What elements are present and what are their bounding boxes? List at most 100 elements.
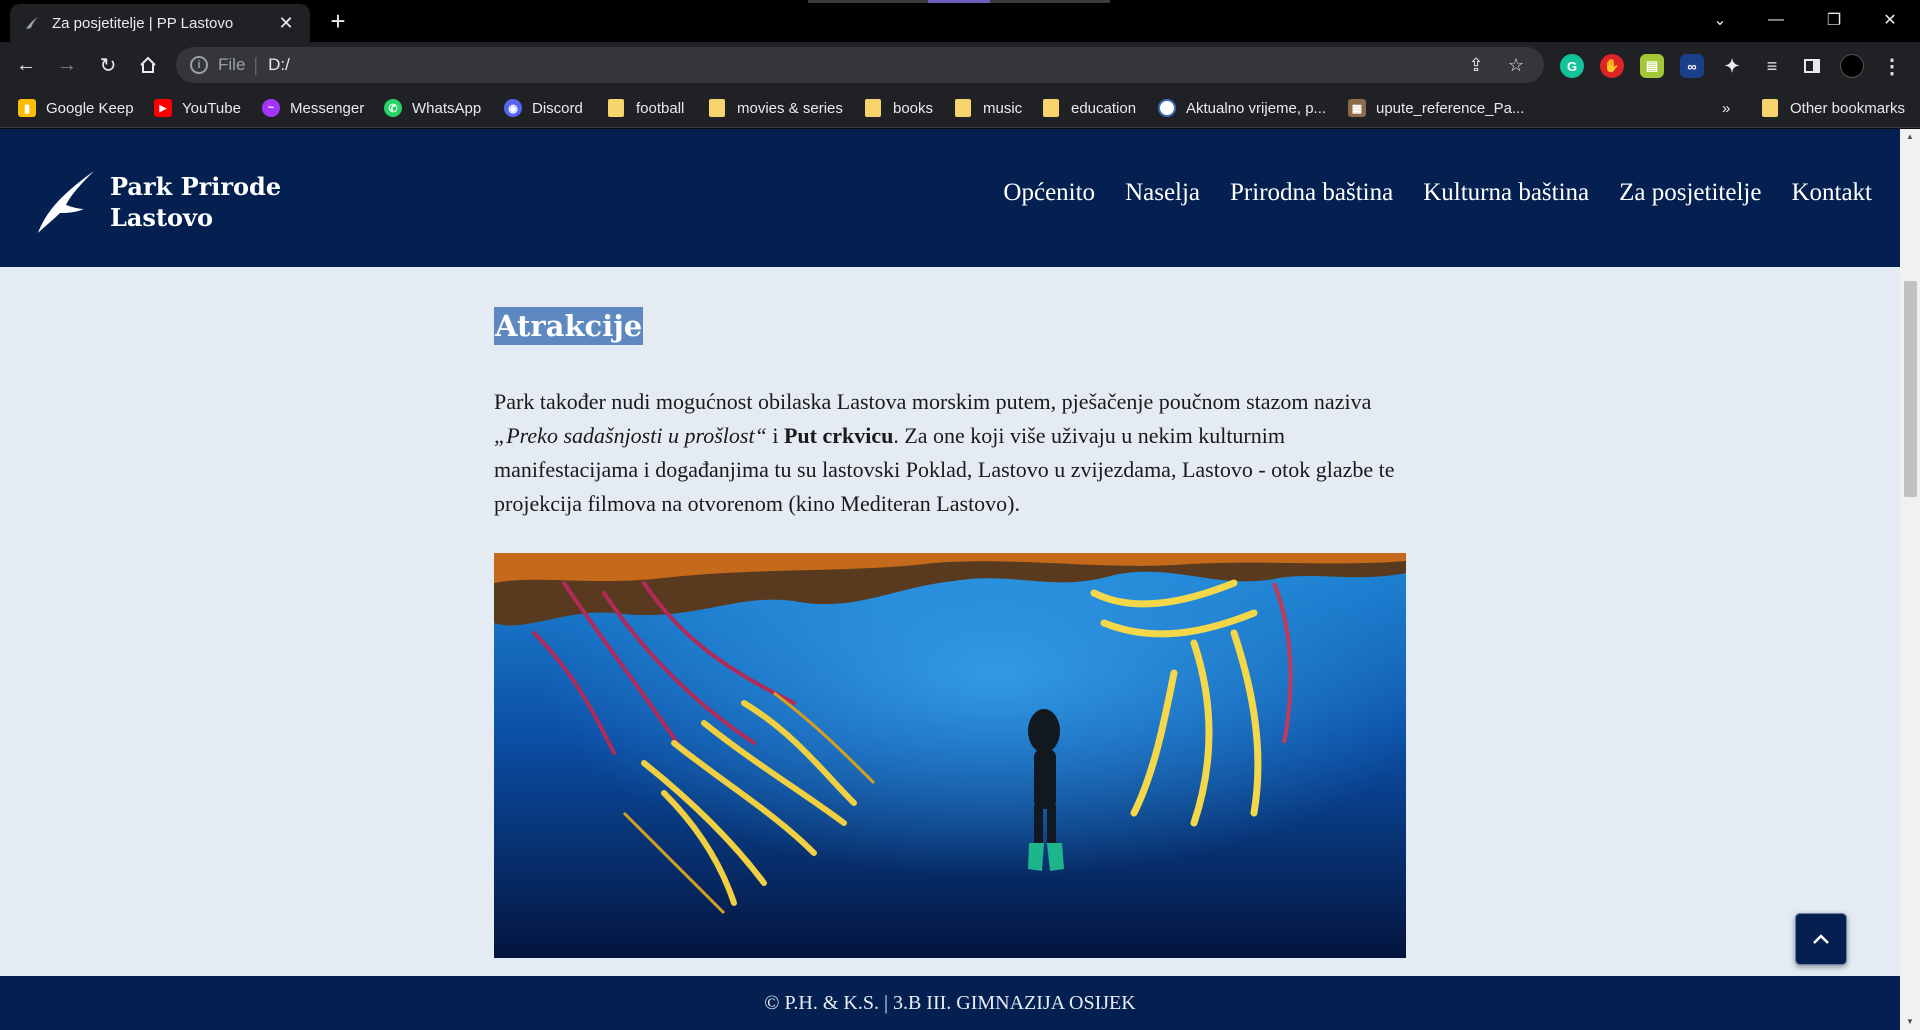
site-title: Park Prirode Lastovo xyxy=(110,171,281,233)
grammarly-icon[interactable]: G xyxy=(1560,54,1584,78)
bookmark-youtube[interactable]: ▶ YouTube xyxy=(154,96,241,120)
folder-icon xyxy=(1043,99,1059,117)
link-extension-icon[interactable]: ∞ xyxy=(1680,54,1704,78)
bookmark-aktualno-vrijeme[interactable]: Aktualno vrijeme, p... xyxy=(1158,96,1326,120)
share-icon[interactable]: ⇪ xyxy=(1464,53,1488,77)
nav-naselja[interactable]: Naselja xyxy=(1125,179,1200,207)
bookmark-label: music xyxy=(983,99,1023,117)
bookmark-messenger[interactable]: ~ Messenger xyxy=(262,96,364,120)
chevron-up-icon xyxy=(1813,934,1829,944)
nav-kulturna-bastina[interactable]: Kulturna baština xyxy=(1423,179,1589,207)
back-to-top-button[interactable] xyxy=(1795,913,1847,965)
tab-search-icon[interactable]: ⌄ xyxy=(1692,0,1748,40)
tab-strip: Za posjetitelje | PP Lastovo ✕ + ⌄ — ❐ ✕ xyxy=(0,0,1920,42)
discord-icon: ◉ xyxy=(504,99,522,117)
bookmark-label: movies & series xyxy=(737,99,843,117)
folder-icon xyxy=(608,99,624,117)
back-button[interactable]: ← xyxy=(10,49,42,81)
messenger-icon: ~ xyxy=(262,99,280,117)
url-text[interactable]: D:/ xyxy=(268,55,290,75)
bookmark-label: upute_reference_Pa... xyxy=(1376,99,1525,117)
url-separator: | xyxy=(253,54,259,75)
new-tab-button[interactable]: + xyxy=(324,8,352,36)
side-panel-icon[interactable] xyxy=(1800,54,1824,78)
attractions-section: Atrakcije Park također nudi mogućnost ob… xyxy=(494,307,1406,521)
scrollbar-thumb[interactable] xyxy=(1904,281,1917,497)
nav-prirodna-bastina[interactable]: Prirodna baština xyxy=(1230,179,1393,207)
close-window-button[interactable]: ✕ xyxy=(1862,0,1918,40)
keep-icon: ▮ xyxy=(18,99,36,117)
bookmarks-overflow-button[interactable]: » xyxy=(1722,96,1730,120)
bookmark-label: football xyxy=(636,99,685,117)
bookmark-folder-music[interactable]: music xyxy=(955,96,1022,120)
extension-icon[interactable]: ▤ xyxy=(1640,54,1664,78)
bookmark-label: Discord xyxy=(532,99,583,117)
reload-button[interactable]: ↻ xyxy=(92,49,124,81)
forward-button[interactable]: → xyxy=(51,49,83,81)
folder-icon xyxy=(955,99,971,117)
bookmark-label: education xyxy=(1071,99,1137,117)
underwater-coral-photo xyxy=(494,553,1406,958)
info-icon[interactable]: i xyxy=(190,56,208,74)
bookmark-folder-football[interactable]: football xyxy=(608,96,684,120)
site-header: Park Prirode Lastovo Općenito Naselja Pr… xyxy=(0,129,1900,267)
bookmark-label: Google Keep xyxy=(46,99,134,117)
paragraph-text: i xyxy=(766,423,784,448)
whatsapp-icon: ✆ xyxy=(384,99,402,117)
bookmark-label: Messenger xyxy=(290,99,365,117)
site-title-line2: Lastovo xyxy=(110,203,213,232)
site-logo[interactable]: Park Prirode Lastovo xyxy=(36,169,281,235)
site-footer: © P.H. & K.S. | 3.B III. GIMNAZIJA OSIJE… xyxy=(0,976,1900,1030)
bookmark-label: WhatsApp xyxy=(412,99,482,117)
bookmark-folder-books[interactable]: books xyxy=(865,96,933,120)
close-tab-icon[interactable]: ✕ xyxy=(276,13,296,34)
section-paragraph: Park također nudi mogućnost obilaska Las… xyxy=(494,385,1406,521)
restore-button[interactable]: ❐ xyxy=(1806,0,1862,40)
scroll-up-icon[interactable]: ▲ xyxy=(1900,129,1920,145)
folder-icon xyxy=(709,99,725,117)
nav-opcenito[interactable]: Općenito xyxy=(1003,179,1095,207)
swallow-logo-icon xyxy=(38,171,94,233)
puzzle-icon[interactable]: ✦ xyxy=(1720,54,1744,78)
footer-text: © P.H. & K.S. | 3.B III. GIMNAZIJA OSIJE… xyxy=(764,991,1136,1014)
bookmark-upute-reference[interactable]: ▦ upute_reference_Pa... xyxy=(1348,96,1524,120)
trail-name-bold: Put crkvicu xyxy=(783,423,894,448)
other-bookmarks-label: Other bookmarks xyxy=(1790,99,1906,117)
bookmark-discord[interactable]: ◉ Discord xyxy=(504,96,583,120)
page-scrollbar[interactable]: ▲ ▼ xyxy=(1900,129,1920,1030)
bookmark-whatsapp[interactable]: ✆ WhatsApp xyxy=(384,96,481,120)
weather-icon xyxy=(1158,99,1176,117)
tab-title: Za posjetitelje | PP Lastovo xyxy=(52,14,234,32)
page-icon: ▦ xyxy=(1348,99,1366,117)
home-icon[interactable] xyxy=(132,49,164,81)
menu-icon[interactable]: ⋮ xyxy=(1880,54,1904,78)
url-scheme: File xyxy=(218,55,246,74)
swallow-icon xyxy=(24,15,40,31)
trail-name-italic: „Preko sadašnjosti u prošlost“ xyxy=(494,423,767,448)
media-icon[interactable]: ≡ xyxy=(1760,54,1784,78)
minimize-button[interactable]: — xyxy=(1748,0,1804,40)
page-viewport: Park Prirode Lastovo Općenito Naselja Pr… xyxy=(0,129,1920,1030)
site-title-line1: Park Prirode xyxy=(110,172,282,201)
section-heading: Atrakcije xyxy=(494,307,644,345)
nav-za-posjetitelje[interactable]: Za posjetitelje xyxy=(1619,179,1761,207)
bookmark-google-keep[interactable]: ▮ Google Keep xyxy=(18,96,134,120)
adblock-icon[interactable]: ✋ xyxy=(1600,54,1624,78)
bookmark-label: Aktualno vrijeme, p... xyxy=(1186,99,1327,117)
folder-icon xyxy=(1762,99,1778,117)
address-bar[interactable]: i File | D:/ ⇪ ☆ xyxy=(176,47,1544,83)
folder-icon xyxy=(865,99,881,117)
nav-kontakt[interactable]: Kontakt xyxy=(1791,179,1872,207)
bookmark-folder-movies[interactable]: movies & series xyxy=(709,96,843,120)
star-icon[interactable]: ☆ xyxy=(1504,53,1528,77)
bookmarks-bar: ▮ Google Keep ▶ YouTube ~ Messenger ✆ Wh… xyxy=(0,88,1920,128)
browser-tab[interactable]: Za posjetitelje | PP Lastovo ✕ xyxy=(10,4,310,42)
other-bookmarks[interactable]: Other bookmarks xyxy=(1762,96,1905,120)
bookmark-folder-education[interactable]: education xyxy=(1043,96,1136,120)
bookmark-label: YouTube xyxy=(182,99,241,117)
main-nav: Općenito Naselja Prirodna baština Kultur… xyxy=(1003,179,1872,207)
youtube-icon: ▶ xyxy=(154,99,172,117)
scroll-down-icon[interactable]: ▼ xyxy=(1900,1014,1920,1030)
browser-toolbar: ← → ↻ i File | D:/ ⇪ ☆ G ✋ ▤ ∞ ✦ ≡ ⋮ xyxy=(0,42,1920,88)
avatar[interactable] xyxy=(1840,54,1864,78)
